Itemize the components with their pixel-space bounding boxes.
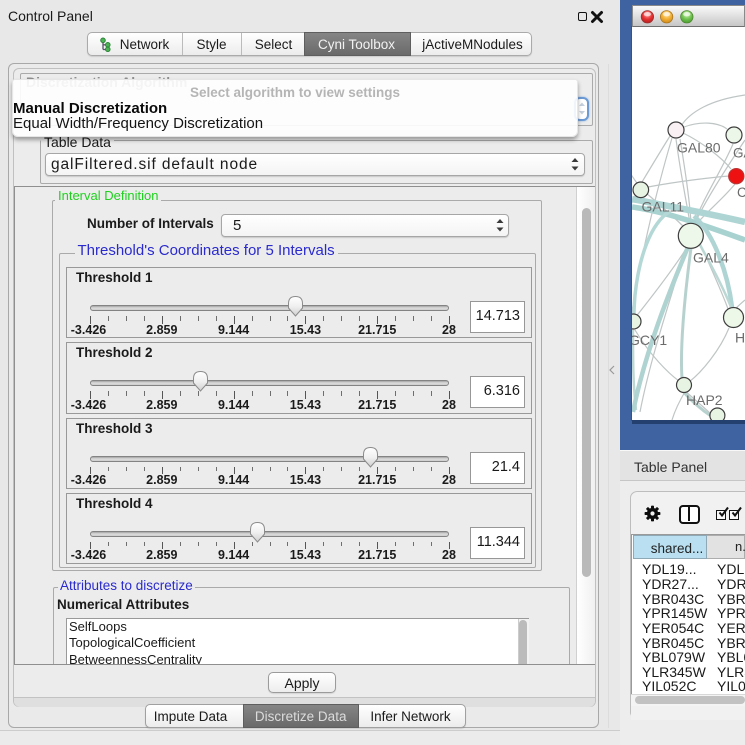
svg-text:C: C xyxy=(737,185,745,200)
svg-text:GCY1: GCY1 xyxy=(632,332,667,348)
svg-text:H: H xyxy=(735,329,745,345)
svg-text:GAL4: GAL4 xyxy=(693,249,729,265)
svg-text:GA: GA xyxy=(733,146,745,161)
svg-text:GAL11: GAL11 xyxy=(642,198,685,214)
svg-text:GAL80: GAL80 xyxy=(677,139,721,155)
svg-text:HAP2: HAP2 xyxy=(686,392,723,408)
